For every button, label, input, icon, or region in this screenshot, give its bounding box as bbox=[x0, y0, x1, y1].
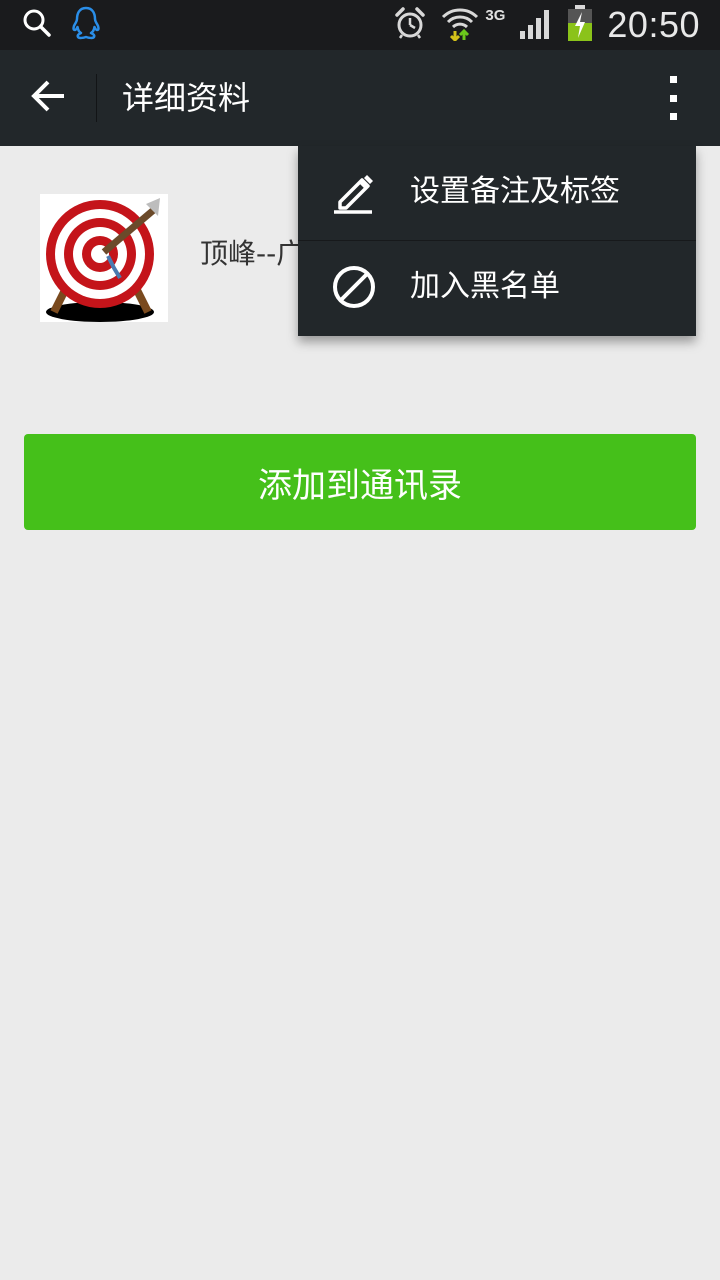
status-bar: 3G 20:50 bbox=[0, 0, 720, 50]
more-vertical-icon-dot bbox=[669, 113, 677, 120]
signal-icon bbox=[519, 7, 553, 43]
target-avatar-image bbox=[40, 194, 168, 322]
menu-item-label: 加入黑名单 bbox=[410, 269, 560, 304]
search-icon bbox=[22, 8, 52, 42]
contact-nickname: 顶峰--广 bbox=[200, 237, 305, 270]
edit-pencil-icon bbox=[330, 168, 378, 216]
wifi-icon bbox=[441, 5, 479, 45]
action-bar: 详细资料 bbox=[0, 50, 720, 146]
menu-item-add-to-blacklist[interactable]: 加入黑名单 bbox=[298, 241, 696, 336]
battery-charging-icon bbox=[567, 5, 593, 45]
qq-icon bbox=[70, 6, 102, 44]
back-arrow-icon bbox=[30, 80, 66, 116]
more-vertical-icon-dot bbox=[669, 76, 677, 83]
menu-item-label: 设置备注及标签 bbox=[410, 174, 620, 209]
block-icon bbox=[330, 263, 378, 311]
more-vertical-icon-dot bbox=[669, 94, 677, 102]
clock: 20:50 bbox=[607, 4, 700, 45]
header-divider bbox=[96, 74, 97, 122]
options-popup-menu: 设置备注及标签 加入黑名单 bbox=[298, 146, 696, 336]
network-type-label: 3G bbox=[485, 6, 506, 24]
back-button[interactable] bbox=[24, 74, 72, 122]
alarm-icon bbox=[393, 6, 427, 44]
more-options-button[interactable] bbox=[660, 76, 686, 120]
avatar[interactable] bbox=[40, 194, 168, 322]
add-to-contacts-button[interactable]: 添加到通讯录 bbox=[24, 434, 696, 530]
status-bar-left bbox=[22, 6, 102, 44]
page-title: 详细资料 bbox=[122, 79, 251, 117]
menu-item-set-remark-tags[interactable]: 设置备注及标签 bbox=[298, 146, 696, 241]
status-bar-right: 3G 20:50 bbox=[393, 0, 700, 50]
